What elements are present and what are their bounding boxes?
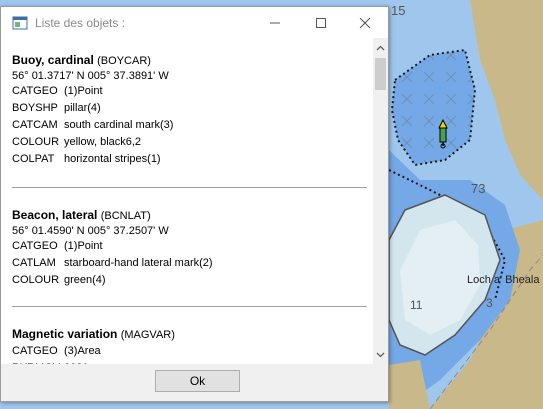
attribute-value: south cardinal mark(3): [64, 119, 174, 131]
attribute-row: RYRMGV2020: [12, 360, 367, 364]
object-code: (MAGVAR): [120, 329, 175, 341]
object-position: 56° 01.4590' N 005° 37.2507' W: [12, 225, 169, 237]
object-entry-boycar: Buoy, cardinal (BOYCAR) 56° 01.3717' N 0…: [12, 53, 367, 168]
window-title: Liste des objets :: [35, 15, 126, 30]
attribute-row: COLOUR green(4): [12, 272, 367, 289]
attribute-key: COLOUR: [12, 136, 60, 148]
attribute-row: COLPAT horizontal stripes(1): [12, 151, 367, 168]
attribute-value: (1)Point: [64, 240, 103, 252]
maximize-icon: [316, 17, 326, 28]
object-entry-bcnlat: Beacon, lateral (BCNLAT) 56° 01.4590' N …: [12, 208, 367, 289]
attribute-key: BOYSHP: [12, 102, 58, 114]
attribute-key: CATGEO: [12, 240, 58, 252]
attribute-value: green(4): [64, 274, 106, 286]
chevron-up-icon: [376, 45, 385, 50]
object-name: Buoy, cardinal: [12, 53, 94, 67]
object-entry-magvar: Magnetic variation (MAGVAR) CATGEO (3)Are…: [12, 327, 367, 364]
scrollbar-thumb[interactable]: [375, 58, 386, 90]
sounding-label: 3: [486, 296, 493, 310]
minimize-icon: [270, 22, 280, 23]
attribute-row: COLOUR yellow, black6,2: [12, 134, 367, 151]
close-button[interactable]: [342, 7, 388, 38]
object-title: Buoy, cardinal (BOYCAR): [12, 53, 367, 68]
sounding-label: 15: [391, 3, 406, 18]
attribute-row: CATLAM starboard-hand lateral mark(2): [12, 255, 367, 272]
separator: [12, 187, 367, 188]
object-title: Magnetic variation (MAGVAR): [12, 327, 367, 342]
scroll-up-button[interactable]: [373, 40, 388, 55]
object-title: Beacon, lateral (BCNLAT): [12, 208, 367, 223]
attribute-row: CATCAM south cardinal mark(3): [12, 117, 367, 134]
maximize-button[interactable]: [298, 7, 344, 38]
attribute-key: CATGEO: [12, 85, 58, 97]
attribute-value: starboard-hand lateral mark(2): [64, 257, 213, 269]
attribute-value: 2020: [51, 360, 88, 364]
attribute-row: CATGEO (1)Point: [12, 238, 367, 255]
attribute-key: CATLAM: [12, 257, 56, 269]
close-icon: [359, 17, 371, 28]
attribute-value: (1)Point: [64, 85, 103, 97]
attribute-row: CATGEO (3)Area: [12, 343, 367, 360]
object-list[interactable]: Buoy, cardinal (BOYCAR) 56° 01.3717' N 0…: [1, 38, 373, 364]
attribute-row: CATGEO (1)Point: [12, 83, 367, 100]
attribute-value: yellow, black6,2: [64, 136, 142, 148]
chevron-down-icon: [376, 352, 385, 357]
attribute-value: (3)Area: [64, 345, 101, 357]
attribute-row: BOYSHP pillar(4): [12, 100, 367, 117]
attribute-key: COLOUR: [12, 274, 60, 286]
object-name: Magnetic variation: [12, 327, 118, 341]
title-bar[interactable]: Liste des objets :: [1, 7, 388, 38]
object-code: (BOYCAR): [97, 55, 151, 67]
ok-button[interactable]: Ok: [155, 370, 240, 392]
attribute-value: pillar(4): [64, 102, 101, 114]
place-label: Loch a' Bheala: [467, 274, 540, 286]
object-position: 56° 01.3717' N 005° 37.3891' W: [12, 70, 169, 82]
sounding-label: 73: [471, 181, 486, 196]
attribute-key: RYRMGV: [12, 360, 60, 364]
vertical-scrollbar[interactable]: [373, 38, 388, 364]
object-name: Beacon, lateral: [12, 208, 98, 222]
attribute-key: CATGEO: [12, 345, 58, 357]
attribute-value: horizontal stripes(1): [64, 153, 161, 165]
app-window-icon: [12, 16, 28, 29]
scroll-down-button[interactable]: [373, 347, 388, 362]
separator: [12, 306, 367, 307]
attribute-key: CATCAM: [12, 119, 58, 131]
object-list-dialog: Liste des objets : Buoy, cardinal (BOYCA…: [0, 6, 389, 402]
attribute-key: COLPAT: [12, 153, 55, 165]
object-code: (BCNLAT): [100, 210, 151, 222]
minimize-button[interactable]: [252, 7, 298, 38]
sounding-label: 11: [410, 298, 423, 312]
